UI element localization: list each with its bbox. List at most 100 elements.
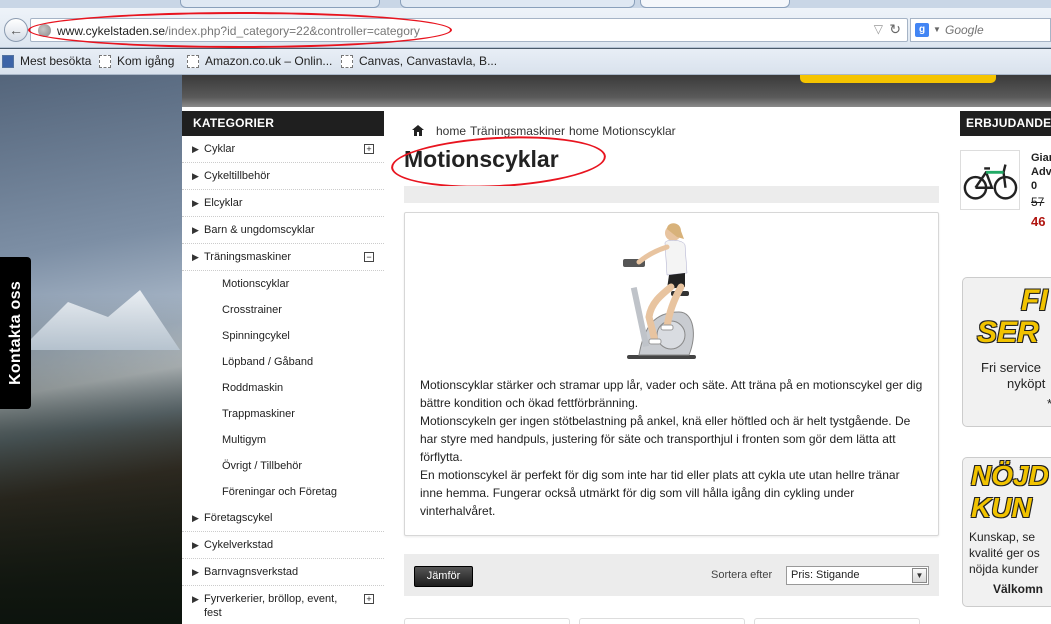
sidebar-item-fyrverkerier[interactable]: ▶ Fyrverkerier, bröllop, event, fest + [182,586,384,624]
category-label: Barn & ungdomscyklar [204,224,315,236]
sidebar-subitem-motionscyklar[interactable]: Motionscyklar [182,271,384,297]
promo-text: * [1047,396,1051,411]
sidebar-item-cykelverkstad[interactable]: ▶ Cykelverkstad [182,532,384,559]
promo-heading: FI [1021,284,1048,317]
bullet-icon: ▶ [192,225,199,235]
browser-tab[interactable] [180,0,380,8]
back-arrow-icon: ← [9,22,23,38]
contact-tab[interactable]: Kontakta oss [0,257,31,409]
page-icon [99,55,111,68]
bookmark-label: Canvas, Canvastavla, B... [359,54,498,68]
sidebar-subitem-multigym[interactable]: Multigym [182,427,384,453]
sidebar-subitem-spinningcykel[interactable]: Spinningcykel [182,323,384,349]
sidebar-item-cykeltillbehor[interactable]: ▶ Cykeltillbehör [182,163,384,190]
sidebar-item-traningsmaskiner[interactable]: ▶ Träningsmaskiner − [182,244,384,271]
sidebar-subitem-crosstrainer[interactable]: Crosstrainer [182,297,384,323]
product-toolbar: Jämför Sortera efter Pris: Stigande ▼ [404,554,939,596]
description-paragraph: Motionscykeln ger ingen stötbelastning p… [420,414,911,464]
reload-icon[interactable]: ↻ [889,21,901,38]
sidebar-subitem-trappmaskiner[interactable]: Trappmaskiner [182,401,384,427]
breadcrumb-parent[interactable]: Träningsmaskiner [470,124,565,138]
page-icon [187,55,199,68]
product-tile[interactable] [579,618,745,624]
sort-select[interactable]: Pris: Stigande ▼ [786,566,929,585]
bookmarks-toolbar: Mest besökta Kom igång Amazon.co.uk – On… [0,49,1051,75]
chevron-down-icon[interactable]: ▼ [933,25,941,34]
bookmark-item[interactable]: Kom igång [97,54,174,70]
bookmark-item[interactable]: Mest besökta [0,54,91,70]
home-icon[interactable] [412,125,424,136]
compare-button[interactable]: Jämför [414,566,473,587]
bullet-icon: ▶ [192,171,199,181]
description-text: Motionscyklar stärker och stramar upp lå… [420,376,925,520]
category-sidebar: KATEGORIER ▶ Cyklar + ▶ Cykeltillbehör ▶ Elc… [182,111,384,624]
address-bar[interactable]: www.cykelstaden.se/index.php?id_category… [30,18,908,42]
main-content: KATEGORIER ▶ Cyklar + ▶ Cykeltillbehör ▶ Elc… [182,107,1051,624]
offer-name-line: 0 [1031,180,1038,192]
address-url[interactable]: www.cykelstaden.se/index.php?id_category… [57,24,420,38]
category-description: Motionscyklar stärker och stramar upp lå… [404,212,939,536]
promo-heading: SER [977,316,1039,349]
category-label: Cyklar [204,143,236,155]
category-label: Cykeltillbehör [204,170,271,182]
category-content: home Träningsmaskiner home Motionscyklar M… [389,107,939,624]
page-title: Motionscyklar [404,146,559,172]
header-banner [182,75,1051,107]
bookmark-label: Kom igång [117,54,175,68]
sidebar-item-cyklar[interactable]: ▶ Cyklar + [182,136,384,163]
chevron-down-icon[interactable]: ▼ [912,568,927,583]
search-bar[interactable]: g ▼ [910,18,1051,42]
product-tile[interactable] [404,618,570,624]
bullet-icon: ▶ [192,594,199,604]
google-icon[interactable]: g [915,23,929,37]
satisfied-customers-banner[interactable]: NÖJD KUN Kunskap, se kvalité ger os nöjd… [962,457,1051,607]
browser-navbar: ← www.cykelstaden.se/index.php?id_catego… [0,8,1051,48]
offer-new-price: 46 [1031,214,1046,229]
promo-text: kvalité ger os [969,546,1040,560]
breadcrumb: home Träningsmaskiner home Motionscyklar [412,124,680,138]
bookmark-item[interactable]: Canvas, Canvastavla, B... [339,54,497,70]
expand-icon[interactable]: + [364,594,374,604]
sidebar-subitem-roddmaskin[interactable]: Roddmaskin [182,375,384,401]
promo-heading: NÖJD [971,460,1049,491]
sidebar-title: KATEGORIER [182,111,384,136]
breadcrumb-home[interactable]: home [436,124,466,138]
sidebar-item-foretagscykel[interactable]: ▶ Företagscykel [182,505,384,532]
bullet-icon: ▶ [192,144,199,154]
sort-label: Sortera efter [711,569,773,581]
collapse-icon[interactable]: − [364,252,374,262]
category-list: ▶ Cyklar + ▶ Cykeltillbehör ▶ Elcyklar ▶ Barn… [182,136,384,624]
offer-product-image[interactable] [960,150,1020,210]
sidebar-subitem-foreningar[interactable]: Föreningar och Företag [182,479,384,505]
sidebar-item-barn[interactable]: ▶ Barn & ungdomscyklar [182,217,384,244]
sidebar-subitem-ovrigt[interactable]: Övrigt / Tillbehör [182,453,384,479]
page-icon [341,55,353,68]
sidebar-subitem-lopband[interactable]: Löpband / Gåband [182,349,384,375]
browser-tab-active[interactable] [640,0,790,8]
category-label: Elcyklar [204,197,243,209]
bullet-icon: ▶ [192,540,199,550]
back-button[interactable]: ← [4,18,28,42]
offers-title: ERBJUDANDEN [960,111,1051,136]
sort-selected-value: Pris: Stigande [791,569,860,581]
offer-name-line: Gian [1031,152,1051,164]
sidebar-item-barnvagnsverkstad[interactable]: ▶ Barnvagnsverkstad [182,559,384,586]
category-label: Träningsmaskiner [204,251,292,263]
bullet-icon: ▶ [192,252,199,262]
search-input[interactable] [945,22,1049,38]
free-service-banner[interactable]: FI SER Fri service nyköpt * [962,277,1051,427]
offer-old-price: 57 [1031,195,1045,209]
offer-product-name[interactable]: Gian Adv 0 [1031,151,1051,193]
dropdown-arrow-icon[interactable]: ▽ [874,22,883,36]
bookmark-label: Amazon.co.uk – Onlin... [205,54,333,68]
bullet-icon: ▶ [192,198,199,208]
browser-tab[interactable] [400,0,635,8]
bullet-icon: ▶ [192,513,199,523]
sidebar-item-elcyklar[interactable]: ▶ Elcyklar [182,190,384,217]
bookmark-item[interactable]: Amazon.co.uk – Onlin... [185,54,332,70]
expand-icon[interactable]: + [364,144,374,154]
contact-tab-label: Kontakta oss [6,280,24,386]
bullet-icon: ▶ [192,567,199,577]
product-tile[interactable] [754,618,920,624]
banner-button[interactable] [800,75,996,83]
